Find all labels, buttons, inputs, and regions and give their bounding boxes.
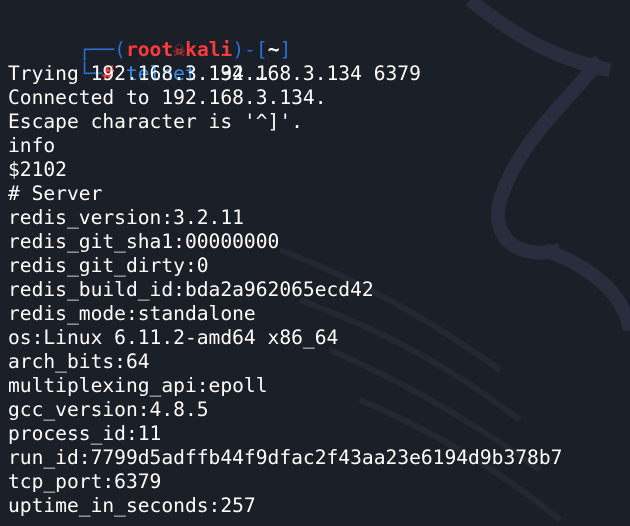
prompt-bracket-open: ┌──( — [78, 38, 126, 61]
skull-icon: ☠ — [173, 38, 186, 61]
terminal-window[interactable]: ┌──(root☠kali)-[~] └─# telnet 192.168.3.… — [0, 0, 630, 526]
output-line: Connected to 192.168.3.134. — [8, 86, 327, 109]
output-line: redis_mode:standalone — [8, 302, 256, 325]
prompt-bracket-mid: )-[ — [232, 38, 268, 61]
output-line: info — [8, 134, 56, 157]
output-line: uptime_in_seconds:257 — [8, 494, 256, 517]
output-line: redis_build_id:bda2a962065ecd42 — [8, 278, 374, 301]
output-line: arch_bits:64 — [8, 350, 150, 373]
prompt-header-line: ┌──(root☠kali)-[~] — [8, 14, 630, 61]
prompt-host: kali — [185, 38, 233, 61]
output-line: process_id:11 — [8, 422, 162, 445]
output-line: redis_git_dirty:0 — [8, 254, 209, 277]
output-line: os:Linux 6.11.2-amd64 x86_64 — [8, 326, 339, 349]
output-line: multiplexing_api:epoll — [8, 374, 268, 397]
terminal-output: ┌──(root☠kali)-[~] └─# telnet 192.168.3.… — [8, 14, 630, 518]
output-line: # Server — [8, 182, 103, 205]
output-line: Escape character is '^]'. — [8, 110, 303, 133]
output-line: tcp_port:6379 — [8, 470, 162, 493]
prompt-user: root — [125, 38, 174, 61]
prompt-bracket-close: ] — [279, 38, 292, 61]
output-line: gcc_version:4.8.5 — [8, 398, 209, 421]
output-line: run_id:7799d5adffb44f9dfac2f43aa23e6194d… — [8, 446, 563, 469]
output-line: redis_version:3.2.11 — [8, 206, 244, 229]
output-line: redis_git_sha1:00000000 — [8, 230, 280, 253]
prompt-path: ~ — [267, 38, 280, 61]
output-line: $2102 — [8, 158, 67, 181]
